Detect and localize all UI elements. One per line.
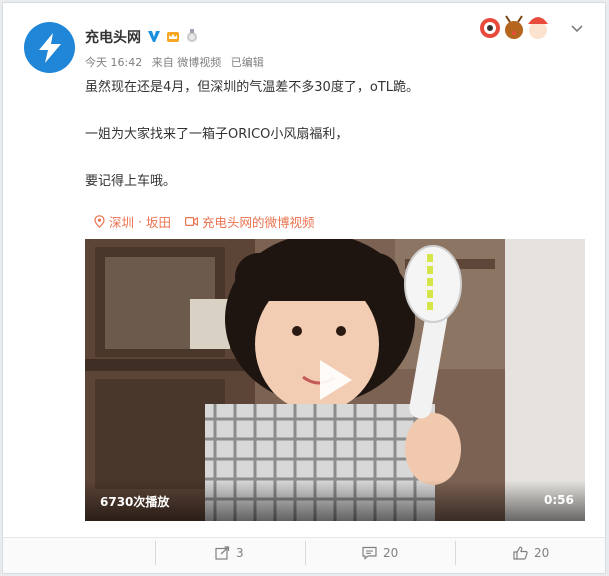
video-source-link[interactable]: 充电头网的微博视频 (202, 212, 315, 231)
comment-icon (362, 546, 377, 560)
repost-button[interactable]: 3 (215, 546, 244, 560)
author-name[interactable]: 充电头网 (85, 27, 141, 47)
action-divider (305, 541, 306, 565)
post-time[interactable]: 今天 16:42 (85, 56, 142, 69)
action-divider (155, 541, 156, 565)
location-separator: · (138, 214, 142, 229)
post-line-1: 虽然现在还是4月，但深圳的气温差不多30度了，oTL跪。 (85, 80, 419, 95)
chevron-down-icon[interactable] (568, 20, 586, 38)
verified-icon[interactable] (147, 29, 161, 43)
location-city[interactable]: 深圳 (109, 212, 134, 231)
holiday-decoration-icon (480, 15, 553, 39)
post-line-2: 一姐为大家找来了一箱子ORICO小风扇福利， (85, 127, 349, 142)
like-icon (513, 546, 528, 560)
post-line-3: 要记得上车哦。 (85, 174, 177, 189)
action-divider (455, 541, 456, 565)
post-edited[interactable]: 已编辑 (231, 56, 264, 69)
repost-count: 3 (236, 546, 244, 560)
location-row: 深圳 · 坂田 充电头网的微博视频 (94, 212, 315, 231)
video-icon (185, 217, 198, 227)
like-button[interactable]: 20 (513, 546, 549, 560)
comment-count: 20 (383, 546, 399, 560)
video-duration: 0:56 (544, 493, 574, 507)
crown-icon[interactable] (166, 29, 180, 43)
location-district[interactable]: 坂田 (146, 212, 171, 231)
location-icon (94, 215, 105, 228)
repost-icon (215, 546, 230, 560)
play-count: 6730次播放 (100, 495, 170, 509)
post-source[interactable]: 来自 微博视频 (152, 56, 222, 69)
play-icon[interactable] (318, 358, 354, 402)
post-content: 虽然现在还是4月，但深圳的气温差不多30度了，oTL跪。 一姐为大家找来了一箱子… (85, 79, 419, 191)
medal-icon[interactable] (185, 29, 199, 43)
post-meta: 今天 16:42 来自 微博视频 已编辑 (85, 54, 270, 70)
comment-button[interactable]: 20 (362, 546, 398, 560)
avatar[interactable] (24, 22, 75, 73)
like-count: 20 (534, 546, 550, 560)
lightning-icon (38, 32, 61, 63)
